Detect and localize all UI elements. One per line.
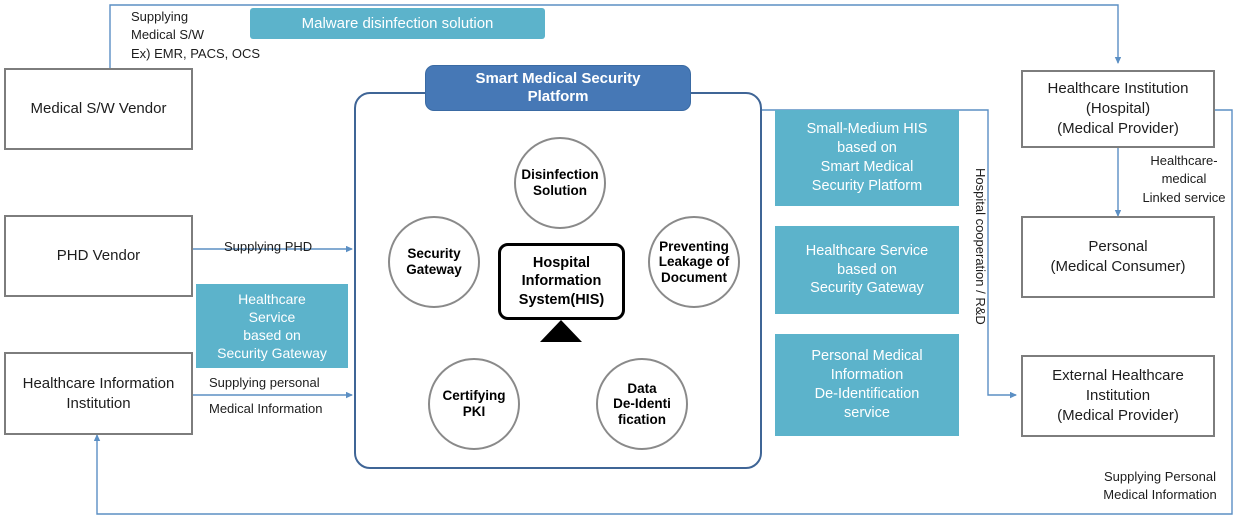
- node-disinfection-solution[interactable]: Disinfection Solution: [514, 137, 606, 229]
- box-external-healthcare-institution[interactable]: External Healthcare Institution (Medical…: [1021, 355, 1215, 437]
- annotation-medical-information: Medical Information: [209, 401, 323, 416]
- teal-healthcare-service-security-gateway-left: Healthcare Service based on Security Gat…: [196, 284, 348, 368]
- platform-title: Smart Medical Security Platform: [425, 65, 691, 111]
- annotation-supplying-personal: Supplying personal: [209, 375, 320, 390]
- his-pointer-triangle: [540, 320, 582, 342]
- box-phd-vendor[interactable]: PHD Vendor: [4, 215, 193, 297]
- node-data-de-identification[interactable]: Data De-Identi fication: [596, 358, 688, 450]
- annotation-hospital-cooperation: Hospital cooperation / R&D: [973, 168, 988, 325]
- annotation-healthcare-medical-linked: Healthcare- medical Linked service: [1142, 153, 1226, 205]
- annotation-supplying-medical-sw: Supplying Medical S/W Ex) EMR, PACS, OCS: [131, 9, 261, 61]
- node-hospital-information-system[interactable]: Hospital Information System(HIS): [498, 243, 625, 320]
- annotation-supplying-phd: Supplying PHD: [224, 239, 313, 254]
- diagram-canvas: Malware disinfection solution Supplying …: [0, 0, 1239, 520]
- box-medical-sw-vendor[interactable]: Medical S/W Vendor: [4, 68, 193, 150]
- box-healthcare-information-institution[interactable]: Healthcare Information Institution: [4, 352, 193, 435]
- node-preventing-leakage-of-document[interactable]: Preventing Leakage of Document: [648, 216, 740, 308]
- node-certifying-pki[interactable]: Certifying PKI: [428, 358, 520, 450]
- teal-personal-medical-deidentification: Personal Medical Information De-Identifi…: [775, 334, 959, 436]
- box-personal-medical-consumer[interactable]: Personal (Medical Consumer): [1021, 216, 1215, 298]
- annotation-supplying-personal-medical: Supplying Personal Medical Information: [1103, 469, 1217, 503]
- teal-healthcare-service-security-gateway: Healthcare Service based on Security Gat…: [775, 226, 959, 314]
- node-security-gateway[interactable]: Security Gateway: [388, 216, 480, 308]
- teal-small-medium-his: Small-Medium HIS based on Smart Medical …: [775, 110, 959, 206]
- box-healthcare-institution-hospital[interactable]: Healthcare Institution (Hospital) (Medic…: [1021, 70, 1215, 148]
